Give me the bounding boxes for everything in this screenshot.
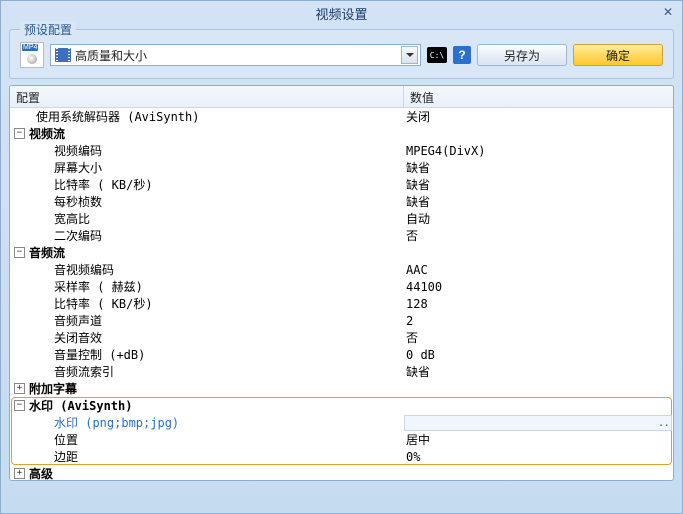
tree-item[interactable]: 音视频编码AAC — [10, 261, 673, 278]
config-header: 配置 数值 — [10, 86, 673, 108]
film-icon — [55, 48, 71, 62]
row-label: 音频声道 — [10, 312, 404, 329]
preset-group: 预设配置 高质量和大小 C:\ ? 另存为 确定 — [9, 29, 674, 79]
column-header-value[interactable]: 数值 — [404, 86, 673, 107]
row-value[interactable]: 否 — [404, 227, 673, 244]
row-value[interactable]: 2 — [404, 314, 673, 328]
row-value[interactable]: 缺省 — [404, 363, 673, 380]
config-body[interactable]: 使用系统解码器 (AviSynth)关闭−视频流视频编码MPEG4(DivX)屏… — [10, 108, 673, 480]
tree-item[interactable]: 音频流索引缺省 — [10, 363, 673, 380]
row-value[interactable]: 128 — [404, 297, 673, 311]
tree-item[interactable]: 关闭音效否 — [10, 329, 673, 346]
row-value[interactable]: 否 — [404, 329, 673, 346]
preset-legend: 预设配置 — [20, 21, 76, 38]
row-label: 关闭音效 — [10, 329, 404, 346]
tree-item[interactable]: 视频编码MPEG4(DivX) — [10, 142, 673, 159]
row-value[interactable]: 关闭 — [404, 108, 673, 125]
row-label: 屏幕大小 — [10, 159, 404, 176]
tree-item[interactable]: 比特率 ( KB/秒)缺省 — [10, 176, 673, 193]
row-label: −视频流 — [10, 125, 404, 142]
tree-item[interactable]: 屏幕大小缺省 — [10, 159, 673, 176]
expand-icon[interactable]: + — [14, 468, 25, 479]
row-value[interactable]: .. — [404, 415, 672, 431]
commandline-icon[interactable]: C:\ — [427, 47, 447, 63]
preset-select-text: 高质量和大小 — [75, 47, 401, 64]
mp4-icon — [20, 42, 44, 68]
ok-button[interactable]: 确定 — [573, 44, 663, 66]
row-value[interactable]: 0% — [404, 450, 673, 464]
tree-item[interactable]: 每秒桢数缺省 — [10, 193, 673, 210]
row-value[interactable]: 缺省 — [404, 159, 673, 176]
row-value[interactable]: 缺省 — [404, 193, 673, 210]
tree-group[interactable]: −视频流 — [10, 125, 673, 142]
config-panel: 配置 数值 使用系统解码器 (AviSynth)关闭−视频流视频编码MPEG4(… — [9, 85, 674, 481]
row-label: 边距 — [10, 448, 404, 465]
browse-button[interactable]: .. — [658, 416, 669, 429]
tree-item[interactable]: 比特率 ( KB/秒)128 — [10, 295, 673, 312]
row-label: 视频编码 — [10, 142, 404, 159]
tree-group[interactable]: −音频流 — [10, 244, 673, 261]
tree-group[interactable]: −水印 (AviSynth) — [10, 397, 673, 414]
tree-item[interactable]: 二次编码否 — [10, 227, 673, 244]
row-value[interactable]: 44100 — [404, 280, 673, 294]
window-title: 视频设置 — [315, 4, 367, 23]
row-label: 每秒桢数 — [10, 193, 404, 210]
row-label: 音视频编码 — [10, 261, 404, 278]
save-as-button[interactable]: 另存为 — [477, 44, 567, 66]
row-label: 比特率 ( KB/秒) — [10, 295, 404, 312]
row-label: 音量控制 (+dB) — [10, 346, 404, 363]
tree-item[interactable]: 水印 (png;bmp;jpg).. — [10, 414, 673, 431]
collapse-icon[interactable]: − — [14, 400, 25, 411]
tree-group[interactable]: +高级 — [10, 465, 673, 480]
row-label: 使用系统解码器 (AviSynth) — [10, 108, 404, 125]
row-value[interactable]: MPEG4(DivX) — [404, 144, 673, 158]
preset-select[interactable]: 高质量和大小 — [50, 44, 421, 66]
tree-item[interactable]: 音量控制 (+dB)0 dB — [10, 346, 673, 363]
tree-item[interactable]: 使用系统解码器 (AviSynth)关闭 — [10, 108, 673, 125]
row-label: +高级 — [10, 465, 404, 480]
video-settings-window: 视频设置 ✕ 预设配置 高质量和大小 C:\ ? 另存为 确定 配置 数值 使用… — [0, 0, 683, 514]
tree-item[interactable]: 宽高比自动 — [10, 210, 673, 227]
titlebar: 视频设置 ✕ — [1, 1, 682, 25]
tree-item[interactable]: 位置居中 — [10, 431, 673, 448]
row-value[interactable]: 缺省 — [404, 176, 673, 193]
row-label: −音频流 — [10, 244, 404, 261]
row-label: −水印 (AviSynth) — [10, 397, 404, 414]
column-header-name[interactable]: 配置 — [10, 86, 404, 107]
row-label: 水印 (png;bmp;jpg) — [10, 414, 404, 431]
row-value[interactable]: 0 dB — [404, 348, 673, 362]
collapse-icon[interactable]: − — [14, 247, 25, 258]
row-label: 宽高比 — [10, 210, 404, 227]
close-icon[interactable]: ✕ — [660, 5, 676, 19]
tree-group[interactable]: +附加字幕 — [10, 380, 673, 397]
row-value[interactable]: AAC — [404, 263, 673, 277]
row-label: 位置 — [10, 431, 404, 448]
tree-item[interactable]: 采样率 ( 赫兹)44100 — [10, 278, 673, 295]
row-label: 比特率 ( KB/秒) — [10, 176, 404, 193]
row-value[interactable]: 自动 — [404, 210, 673, 227]
tree-item[interactable]: 音频声道2 — [10, 312, 673, 329]
row-label: 音频流索引 — [10, 363, 404, 380]
row-label: 二次编码 — [10, 227, 404, 244]
row-label: +附加字幕 — [10, 380, 404, 397]
collapse-icon[interactable]: − — [14, 128, 25, 139]
tree-item[interactable]: 边距0% — [10, 448, 673, 465]
row-label: 采样率 ( 赫兹) — [10, 278, 404, 295]
row-value[interactable]: 居中 — [404, 431, 673, 448]
chevron-down-icon[interactable] — [401, 46, 418, 64]
help-icon[interactable]: ? — [453, 46, 471, 64]
expand-icon[interactable]: + — [14, 383, 25, 394]
